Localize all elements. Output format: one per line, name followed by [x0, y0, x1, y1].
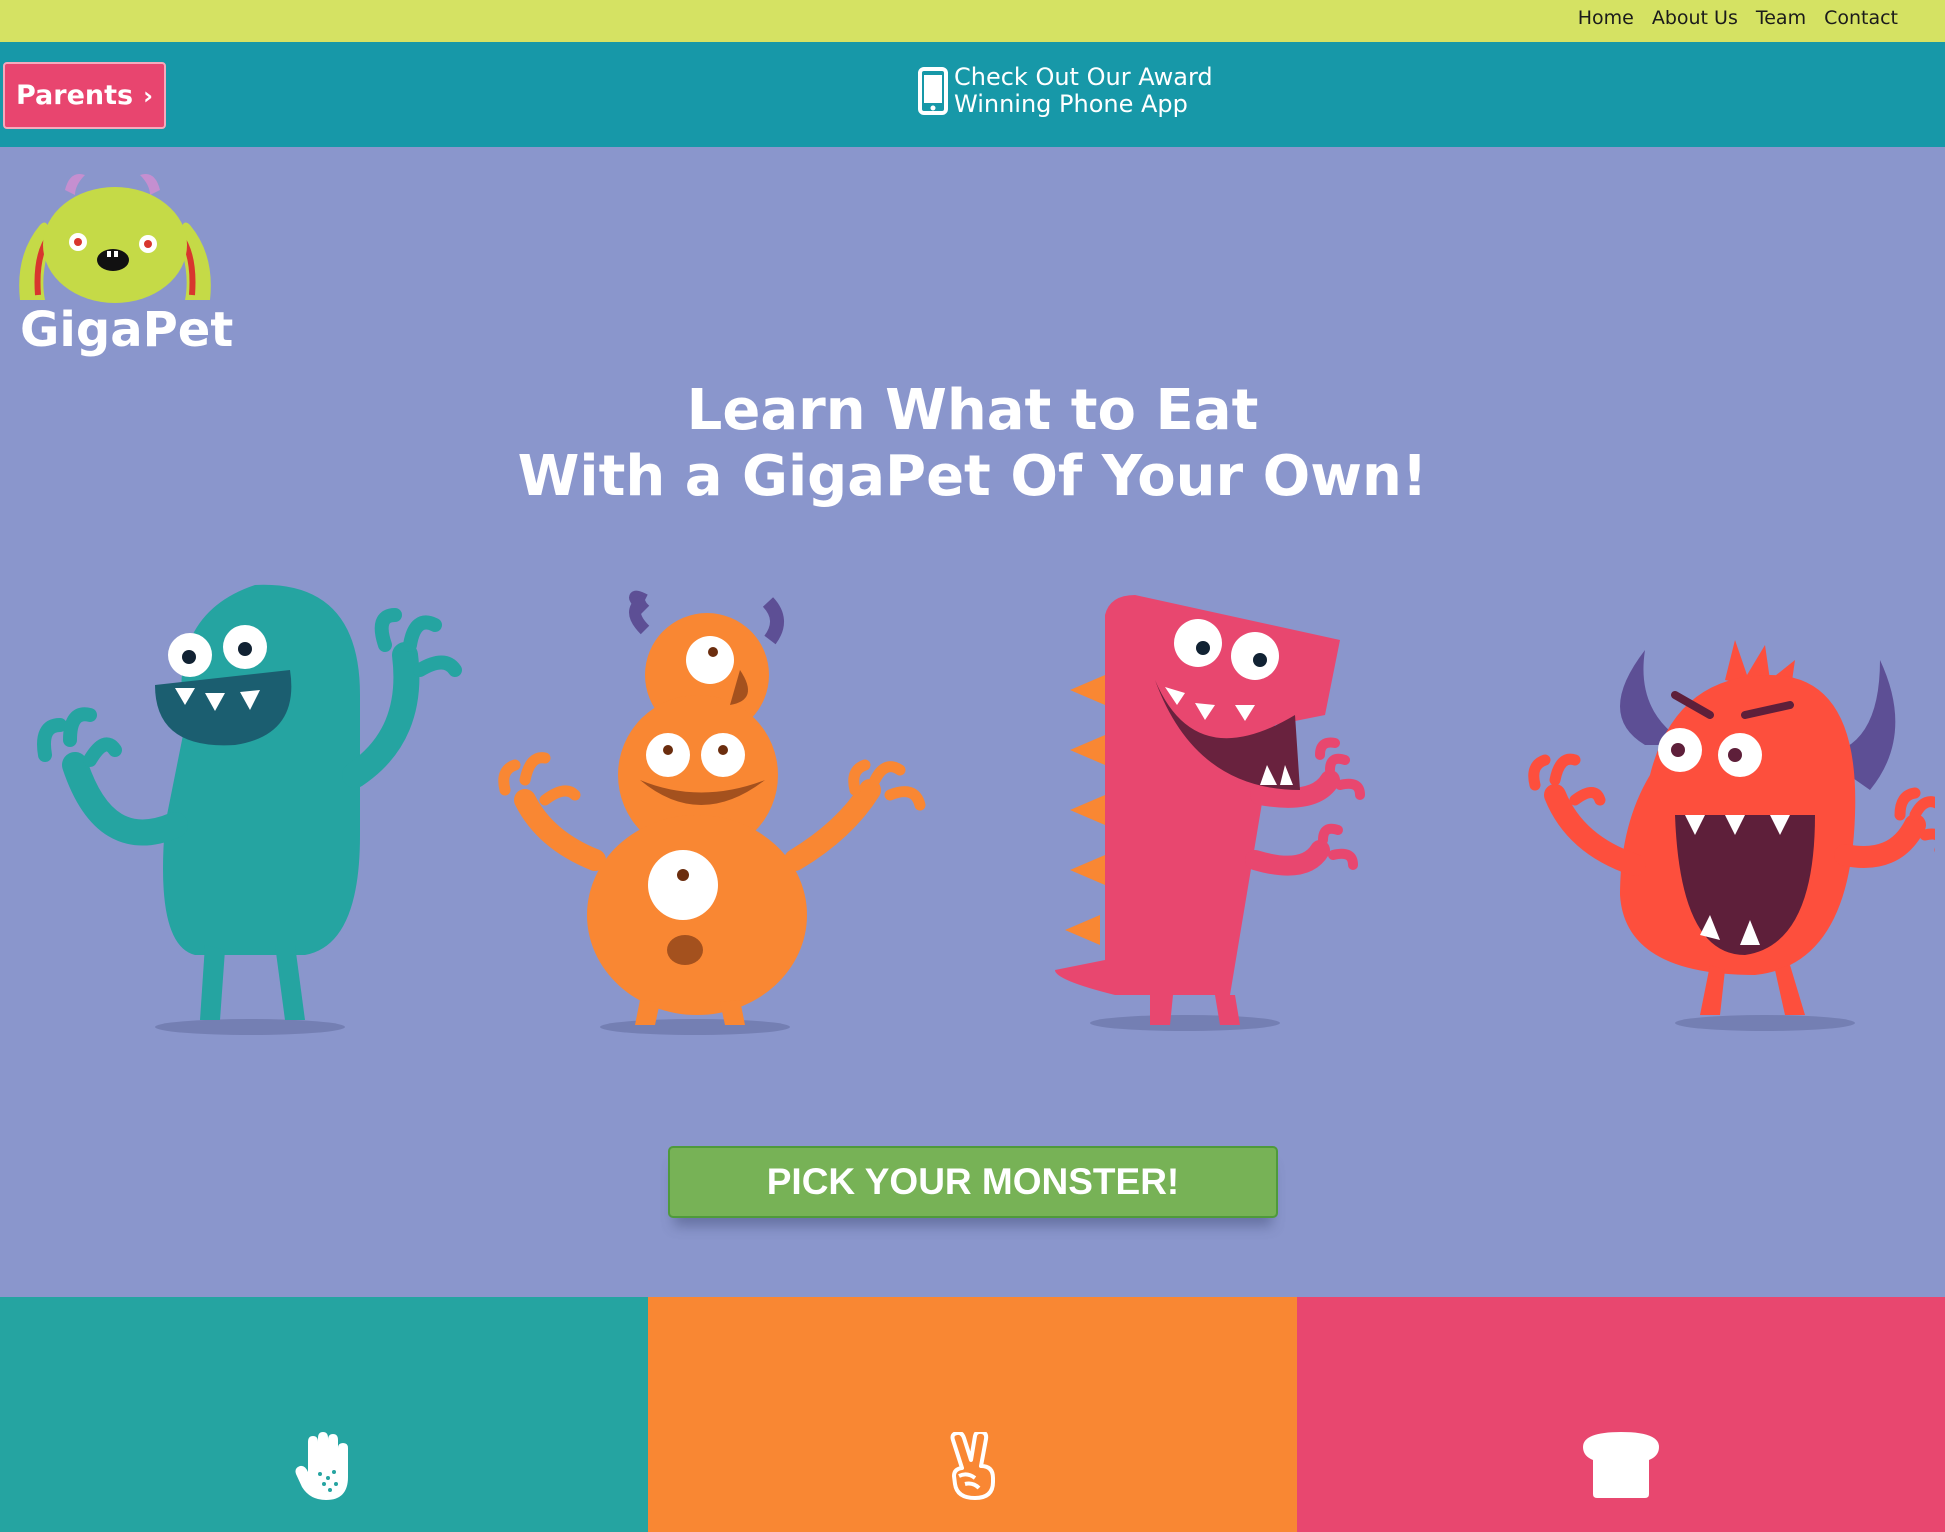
promo-line-1: Check Out Our Award — [954, 63, 1213, 91]
app-banner: Parents › Check Out Our Award Winning Ph… — [0, 42, 1945, 147]
teal-monster[interactable] — [15, 575, 475, 1035]
hero-title: Learn What to Eat With a GigaPet Of Your… — [0, 378, 1945, 510]
peace-hand-icon — [950, 1432, 995, 1500]
parents-label: Parents — [15, 80, 134, 111]
nav-home[interactable]: Home — [1578, 7, 1634, 29]
parents-button[interactable]: Parents › — [3, 62, 166, 129]
nav-team[interactable]: Team — [1756, 7, 1806, 29]
pink-monster[interactable] — [1055, 595, 1395, 1035]
hero-title-line-2: With a GigaPet Of Your Own! — [517, 444, 1428, 509]
hand-wash-icon — [295, 1432, 348, 1500]
chevron-right-icon: › — [143, 81, 153, 110]
pick-monster-button[interactable]: PICK YOUR MONSTER! — [668, 1146, 1278, 1218]
red-monster[interactable] — [1485, 635, 1935, 1035]
nav-contact[interactable]: Contact — [1824, 7, 1898, 29]
nav-about-us[interactable]: About Us — [1652, 7, 1738, 29]
promo-line-2: Winning Phone App — [954, 90, 1188, 118]
mobile-phone-icon — [918, 67, 948, 115]
app-promo-link[interactable]: Check Out Our Award Winning Phone App — [918, 64, 1213, 118]
logo-text: GigaPet — [20, 302, 234, 358]
feature-tile-food[interactable] — [1297, 1297, 1945, 1532]
feature-tile-wash-hands[interactable] — [0, 1297, 648, 1532]
hero-title-line-1: Learn What to Eat — [686, 378, 1259, 443]
feature-tile-peace[interactable] — [648, 1297, 1297, 1532]
bread-icon — [1583, 1432, 1659, 1498]
top-nav: Home About Us Team Contact — [0, 0, 1945, 42]
orange-monster[interactable] — [485, 590, 975, 1040]
